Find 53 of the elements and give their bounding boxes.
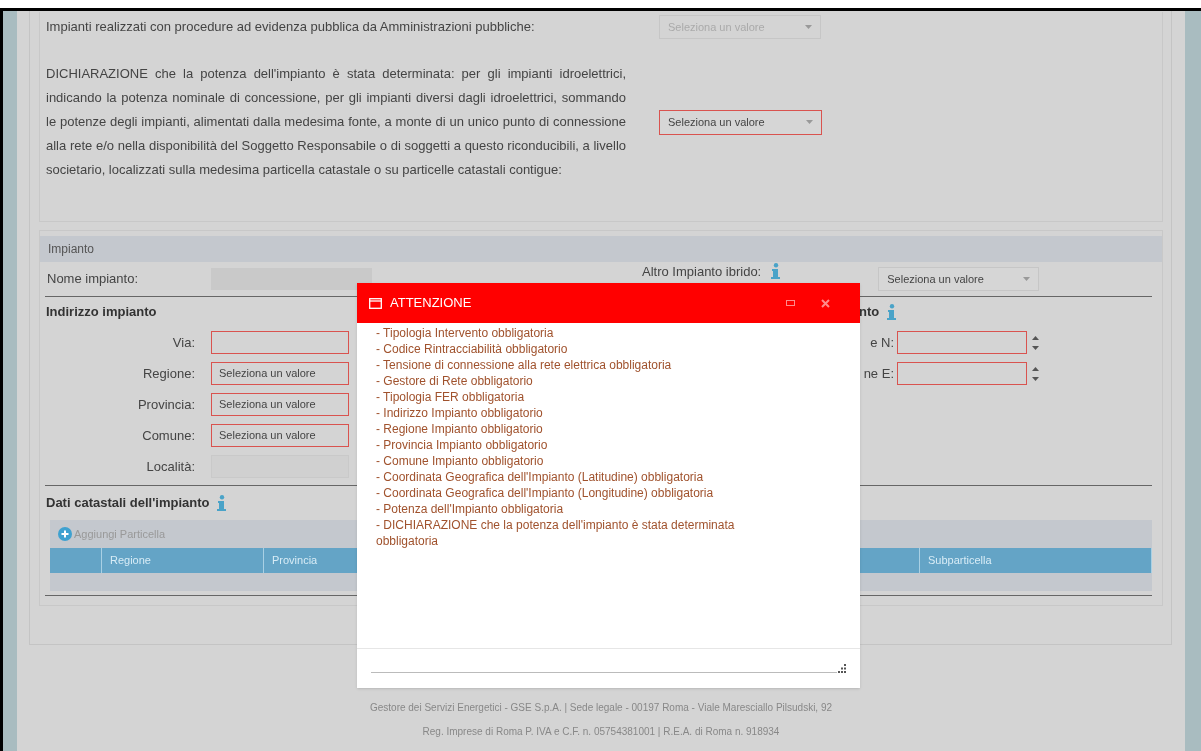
error-message: - Regione Impianto obbligatorio (376, 421, 544, 437)
error-message: - Indirizzo Impianto obbligatorio (376, 405, 544, 421)
field-label: Via: (171, 333, 196, 352)
error-message: - Provincia Impianto obbligatorio (376, 437, 549, 453)
error-message: - Tensione di connessione alla rete elettrica obbligatoria (376, 357, 673, 373)
error-message: - Gestore di Rete obbligatorio (376, 373, 534, 389)
number-field[interactable] (897, 362, 1027, 385)
dialog-title: ATTENZIONE (390, 294, 473, 313)
footer-text: Reg. Imprese di Roma P. IVA e C.F. n. 05754381001 | R.E.A. di Roma n. 918934 (422, 725, 780, 739)
spinner-icon[interactable] (1032, 366, 1039, 381)
error-message: - Tipologia FER obbligatoria (376, 389, 526, 405)
field-label: Provincia: (136, 395, 196, 414)
caret-icon (805, 25, 812, 29)
select-field[interactable]: Seleziona un valore (211, 362, 349, 385)
close-icon[interactable] (821, 298, 830, 308)
section-heading: nto (859, 303, 880, 322)
field-label: Regione: (141, 364, 196, 383)
field-label: Comune: (141, 426, 196, 445)
select-field[interactable]: Seleziona un valore (211, 424, 349, 447)
minimize-icon[interactable] (786, 300, 795, 306)
field-label: Altro Impianto ibrido: (642, 263, 762, 282)
caret-icon (1023, 277, 1031, 281)
error-message: - Tipologia Intervento obbligatoria (376, 325, 555, 341)
select-field[interactable]: Seleziona un valore (878, 267, 1040, 291)
section-heading: Indirizzo impianto (46, 303, 157, 322)
error-message: - Coordinata Geografica dell'Impianto (Longitudine) obbligatoria (376, 485, 715, 501)
field-label: Nome impianto: (46, 270, 140, 289)
field-label: ne E: (863, 364, 894, 383)
input-field[interactable] (211, 331, 349, 354)
resize-grip-icon[interactable] (837, 664, 846, 673)
section-heading: Dati catastali dell'impianto (46, 494, 210, 513)
select-field[interactable]: Seleziona un valore (211, 393, 349, 416)
footer-text: Gestore dei Servizi Energetici - GSE S.p.A. | Sede legale - 00197 Roma - Viale Maresciallo Pilsudski, 92 (369, 701, 833, 715)
select-field[interactable]: Seleziona un valore (659, 109, 822, 135)
info-icon[interactable] (217, 495, 227, 511)
spinner-icon[interactable] (1032, 335, 1039, 350)
info-icon[interactable] (887, 304, 897, 320)
error-message: - Coordinata Geografica dell'Impianto (Latitudine) obbligatoria (376, 469, 705, 485)
field-label: Località: (145, 457, 196, 476)
caret-icon (806, 120, 813, 124)
field-label: Impianti realizzati con procedure ad evidenza pubblica da Amministrazioni pubbliche: (46, 18, 536, 37)
field-label: DICHIARAZIONE che la potenza dell'impianto è stata determinata: per gli impianti idroelettrici, indicando la potenza nominale di concessione, per gli impianti diversi dagli idroelettrici, sommando le potenze degli impianti, alimentati dalla medesima fonte, a monte di un unico punto di connessione alla rete e/o nella disponibilità del Soggetto Responsabile o di soggetti a questo riconducibili, a livello societario, localizzati sulla medesima particella catastale o su particelle catastali contigue: (46, 65, 626, 179)
error-message: - Comune Impianto obbligatorio (376, 453, 545, 469)
input-field[interactable] (211, 268, 372, 290)
section-title: Impianto (48, 241, 95, 258)
number-field[interactable] (897, 331, 1027, 354)
info-icon[interactable] (771, 263, 781, 279)
window-icon (369, 297, 382, 309)
field-label: e N: (870, 333, 894, 352)
error-message: - DICHIARAZIONE che la potenza dell'impianto è stata determinata obbligatoria (376, 517, 736, 549)
error-message: - Potenza dell'Impianto obbligatoria (376, 501, 565, 517)
error-message: - Codice Rintracciabilità obbligatorio (376, 341, 569, 357)
plus-icon (58, 527, 72, 541)
